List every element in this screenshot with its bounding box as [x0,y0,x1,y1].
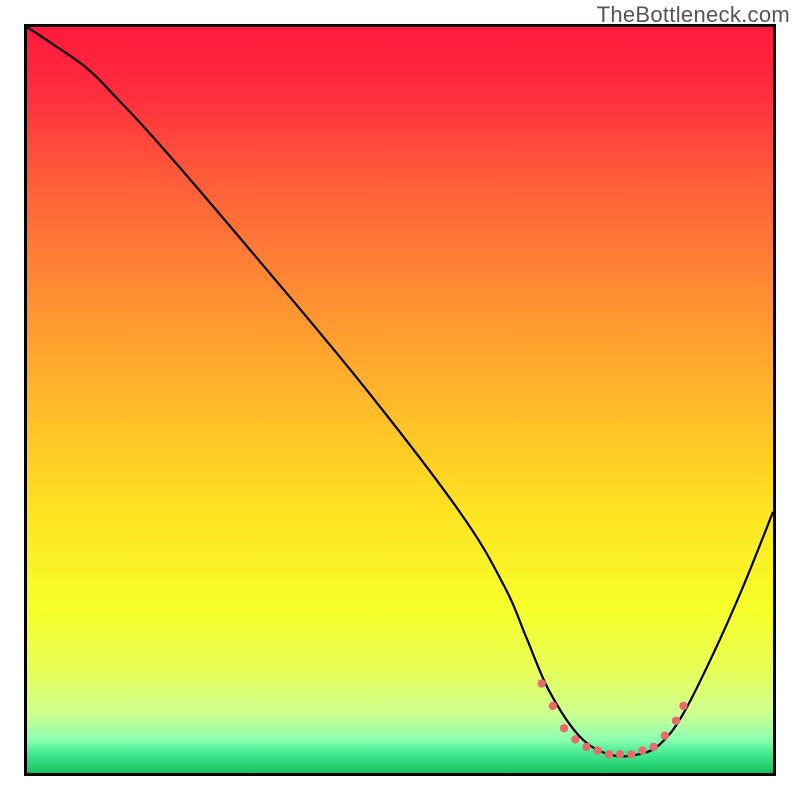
marker-dot [605,750,613,758]
marker-dot [571,735,579,743]
marker-dot [549,702,557,710]
marker-dot [638,746,646,754]
marker-dot [538,679,546,687]
marker-dot [627,750,635,758]
plot-svg [27,27,773,773]
marker-dot [582,743,590,751]
chart-frame: TheBottleneck.com [0,0,800,800]
marker-dot [560,724,568,732]
plot-area [27,27,773,773]
marker-dot [593,746,601,754]
marker-dot [679,702,687,710]
marker-dot [672,717,680,725]
marker-dot [661,732,669,740]
watermark-text: TheBottleneck.com [597,2,790,28]
marker-dot [649,743,657,751]
marker-dot [616,750,624,758]
gradient-background [27,27,773,773]
